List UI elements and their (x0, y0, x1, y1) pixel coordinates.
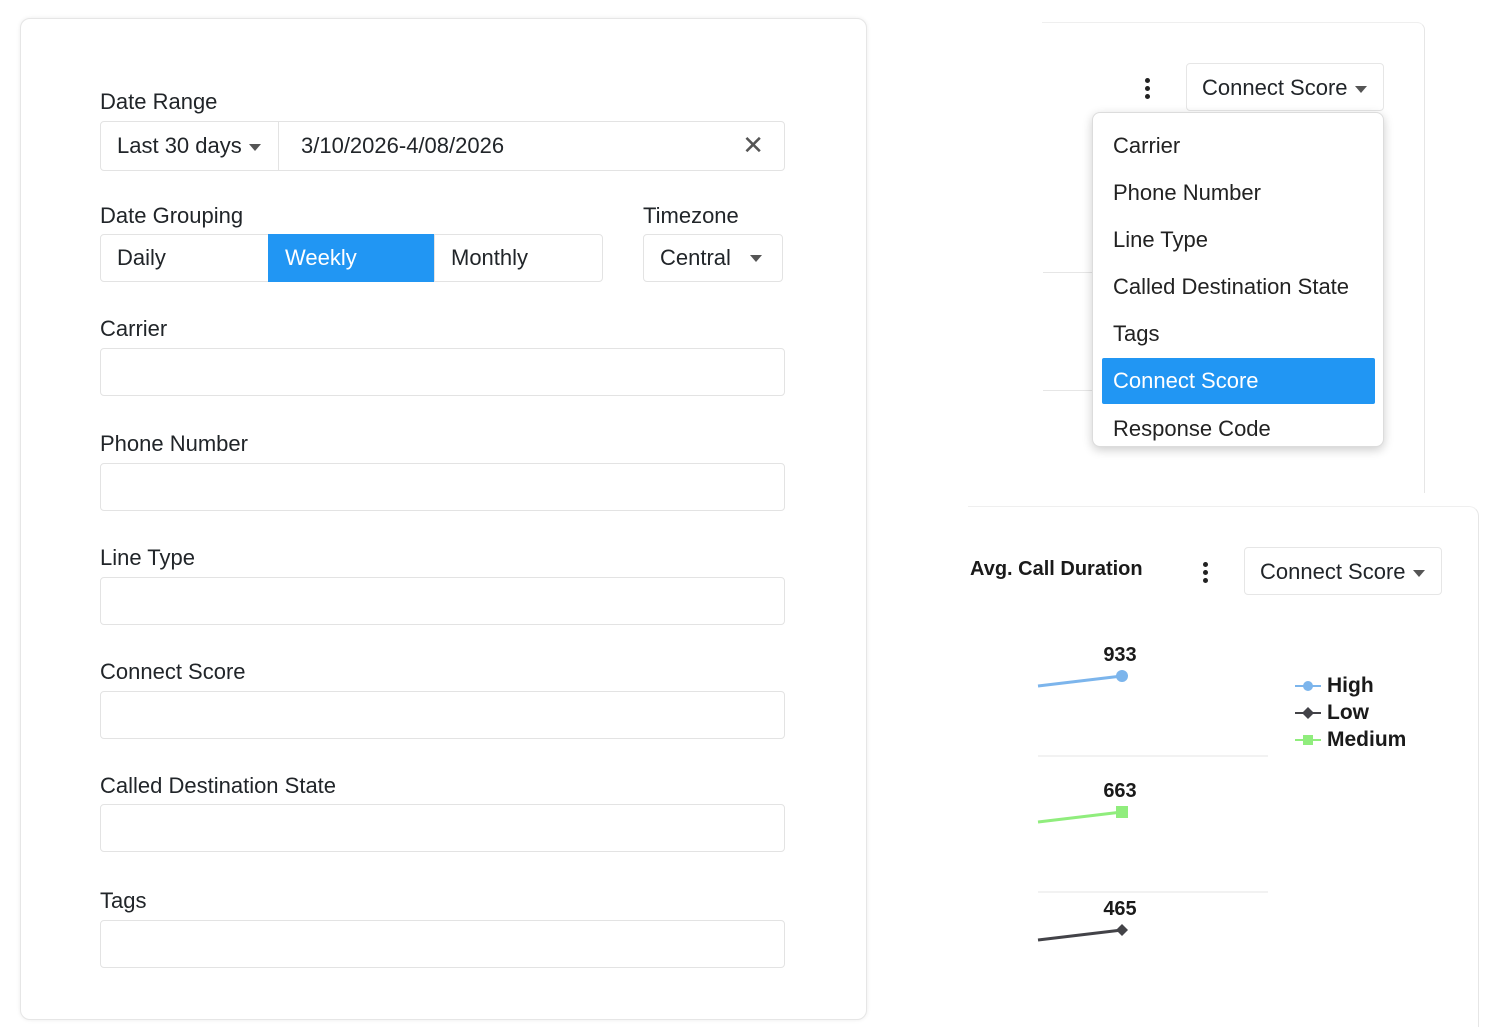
date-range-preset-select[interactable]: Last 30 days (101, 122, 279, 170)
menu-item-carrier[interactable]: Carrier (1102, 123, 1375, 169)
date-grouping-label: Date Grouping (100, 203, 244, 228)
group-by-select[interactable]: Connect Score (1186, 63, 1384, 111)
line-type-label: Line Type (100, 545, 196, 570)
legend-item-high[interactable]: High (1295, 674, 1406, 701)
chart-title: Avg. Call Duration (970, 558, 1143, 580)
data-point-high (1116, 670, 1128, 682)
legend-item-medium[interactable]: Medium (1295, 728, 1406, 755)
timezone-value: Central (660, 245, 731, 270)
kebab-menu-icon[interactable] (1203, 562, 1209, 586)
legend-marker-high (1295, 681, 1321, 692)
tags-label: Tags (100, 888, 147, 913)
legend-label-medium: Medium (1327, 728, 1407, 751)
legend-item-low[interactable]: Low (1295, 701, 1406, 728)
legend-label-high: High (1327, 674, 1374, 697)
grouping-weekly-button[interactable]: Weekly (268, 234, 435, 282)
caret-down-icon (1412, 569, 1425, 577)
timezone-select[interactable]: Central (643, 234, 783, 282)
series-line-high (1037, 674, 1123, 688)
group-by-dropdown-menu: Carrier Phone Number Line Type Called De… (1092, 112, 1384, 447)
carrier-label: Carrier (100, 316, 168, 341)
date-range-control: Last 30 days 3/10/2026-4/08/2026 ✕ (100, 121, 785, 171)
series-line-low (1037, 928, 1123, 942)
grouping-daily-button[interactable]: Daily (100, 234, 269, 282)
kebab-menu-icon[interactable] (1145, 78, 1151, 102)
data-label-high: 933 (1103, 644, 1136, 666)
tags-input[interactable] (100, 920, 785, 968)
caret-down-icon (248, 143, 261, 151)
called-destination-state-label: Called Destination State (100, 773, 337, 798)
line-type-input[interactable] (100, 577, 785, 625)
connect-score-input[interactable] (100, 691, 785, 739)
data-label-low: 465 (1103, 898, 1136, 920)
phone-number-label: Phone Number (100, 431, 248, 456)
data-point-low (1116, 924, 1128, 936)
chart-group-by-select[interactable]: Connect Score (1244, 547, 1442, 595)
close-icon[interactable]: ✕ (742, 132, 764, 158)
caret-down-icon (1354, 85, 1367, 93)
legend-label-low: Low (1327, 701, 1369, 724)
date-range-input[interactable]: 3/10/2026-4/08/2026 (301, 122, 504, 170)
avg-call-duration-chart: 933 663 465 (1037, 644, 1268, 942)
filter-panel: Date Range Last 30 days 3/10/2026-4/08/2… (20, 18, 867, 1020)
called-destination-state-input[interactable] (100, 804, 785, 852)
legend-marker-medium (1295, 735, 1321, 746)
menu-item-line-type[interactable]: Line Type (1102, 217, 1375, 263)
timezone-label: Timezone (643, 203, 739, 228)
date-range-preset-value: Last 30 days (117, 133, 242, 158)
grouping-monthly-button[interactable]: Monthly (434, 234, 603, 282)
legend-marker-low (1295, 707, 1321, 720)
chart-legend: High Low Medium (1295, 674, 1406, 755)
date-range-label: Date Range (100, 89, 218, 114)
carrier-input[interactable] (100, 348, 785, 396)
connect-score-label: Connect Score (100, 659, 246, 684)
phone-number-input[interactable] (100, 463, 785, 511)
menu-item-tags[interactable]: Tags (1102, 311, 1375, 357)
caret-down-icon (750, 255, 762, 262)
menu-item-phone-number[interactable]: Phone Number (1102, 170, 1375, 216)
menu-item-connect-score[interactable]: Connect Score (1102, 358, 1375, 404)
menu-item-response-code[interactable]: Response Code (1102, 406, 1375, 446)
menu-item-called-destination-state[interactable]: Called Destination State (1102, 264, 1375, 310)
series-line-medium (1037, 810, 1123, 824)
group-by-value: Connect Score (1202, 75, 1348, 100)
chart-group-by-value: Connect Score (1260, 559, 1406, 584)
data-point-medium (1116, 806, 1128, 818)
data-label-medium: 663 (1103, 780, 1136, 802)
